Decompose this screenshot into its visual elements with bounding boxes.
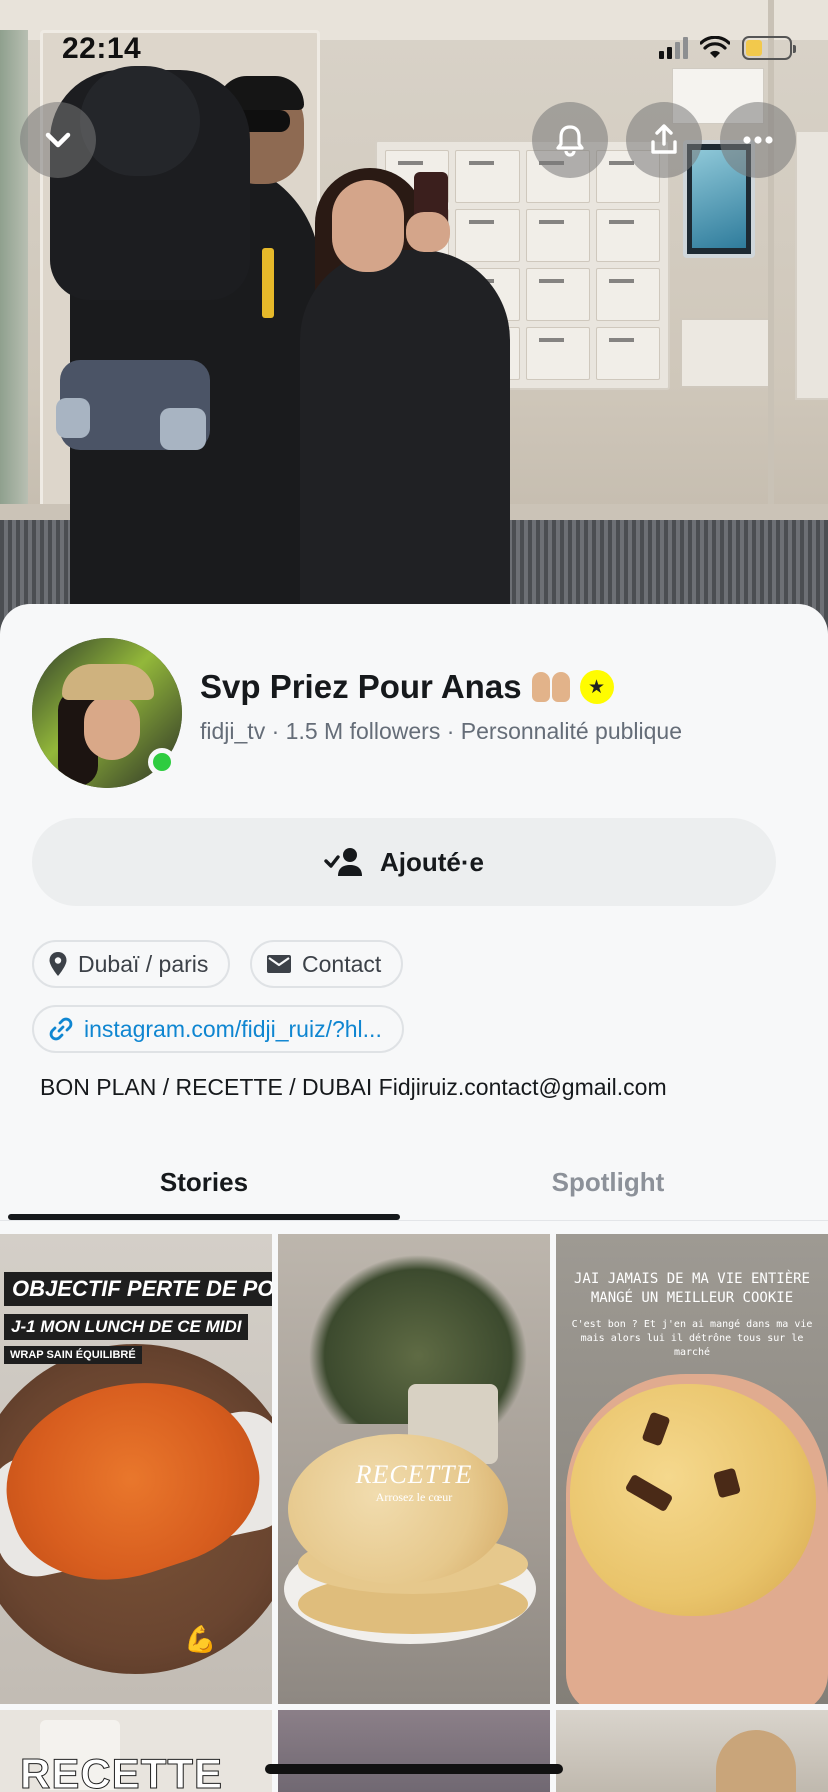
website-link-label: instagram.com/fidji_ruiz/?hl... [84,1015,382,1042]
added-label: Ajouté·e [380,846,484,877]
username: fidji_tv [200,718,266,744]
separator-dot: · [446,718,455,744]
story-subtitle: C'est bon ? Et j'en ai mangé dans ma vie… [571,1319,813,1358]
story-caption: WRAP SAIN ÉQUILIBRÉ [4,1346,142,1364]
flexed-biceps-emoji-icon: 💪 [184,1624,217,1654]
website-link-chip[interactable]: instagram.com/fidji_ruiz/?hl... [32,1005,404,1053]
story-title: OBJECTIF PERTE DE POIDS [4,1272,272,1306]
cookie-food-image [570,1384,816,1616]
share-icon [651,124,677,154]
bell-icon [556,125,584,157]
home-indicator[interactable] [265,1764,563,1774]
stories-grid: OBJECTIF PERTE DE POIDS J-1 MON LUNCH DE… [0,1234,828,1792]
story-subtitle: J-1 MON LUNCH DE CE MIDI [4,1314,249,1340]
profile-card: Svp Priez Pour Anas ★ fidji_tv · 1.5 M f… [0,604,828,1792]
chevron-down-icon [45,132,71,148]
added-friend-button[interactable]: Ajouté·e [32,818,776,906]
story-tile[interactable] [556,1710,828,1792]
story-tile[interactable]: RECETTE Arrosez le cœur [278,1234,550,1704]
battery-icon [742,36,796,60]
story-tile[interactable]: OBJECTIF PERTE DE POIDS J-1 MON LUNCH DE… [0,1234,272,1704]
more-icon [743,136,773,144]
story-tile[interactable]: JAI JAMAIS DE MA VIE ENTIÈRE MANGÉ UN ME… [556,1234,828,1704]
followers-count: 1.5 M followers [285,718,441,744]
location-pin-icon [49,952,67,976]
link-icon [49,1017,73,1041]
profile-name-row: Svp Priez Pour Anas ★ [200,668,614,706]
contact-chip[interactable]: Contact [250,940,404,988]
content-tabs: Stories Spotlight [0,1144,828,1224]
tab-stories[interactable]: Stories [4,1144,404,1220]
profile-subline: fidji_tv · 1.5 M followers · Personnalit… [200,718,682,745]
status-indicators [659,36,796,60]
separator-dot: · [271,718,280,744]
story-subtitle: Arrosez le cœur [375,1490,453,1504]
wifi-icon [700,36,730,58]
location-chip[interactable]: Dubaï / paris [32,940,231,988]
profile-category: Personnalité publique [460,718,682,744]
hero-photo [0,0,828,640]
bread-food-image [288,1434,508,1584]
story-tile[interactable] [278,1710,550,1792]
star-badge-icon: ★ [579,670,614,704]
story-title: JAI JAMAIS DE MA VIE ENTIÈRE MANGÉ UN ME… [573,1271,810,1306]
location-label: Dubaï / paris [78,950,209,977]
status-time: 22:14 [62,32,142,65]
user-check-icon [324,848,362,876]
tab-spotlight[interactable]: Spotlight [408,1144,808,1220]
more-options-button[interactable] [720,102,796,178]
praying-hands-emoji-icon [531,672,570,702]
story-title: RECETTE [355,1460,473,1489]
share-button[interactable] [626,102,702,178]
notifications-button[interactable] [532,102,608,178]
story-title: RECETTE [19,1750,224,1792]
cellular-signal-icon [659,37,688,59]
display-name: Svp Priez Pour Anas [200,668,522,705]
contact-label: Contact [302,950,382,977]
online-status-dot [148,748,176,776]
story-tile[interactable]: RECETTE [0,1710,272,1792]
collapse-button[interactable] [20,102,96,178]
mail-icon [267,955,291,973]
profile-bio: BON PLAN / RECETTE / DUBAI Fidjiruiz.con… [40,1074,667,1100]
